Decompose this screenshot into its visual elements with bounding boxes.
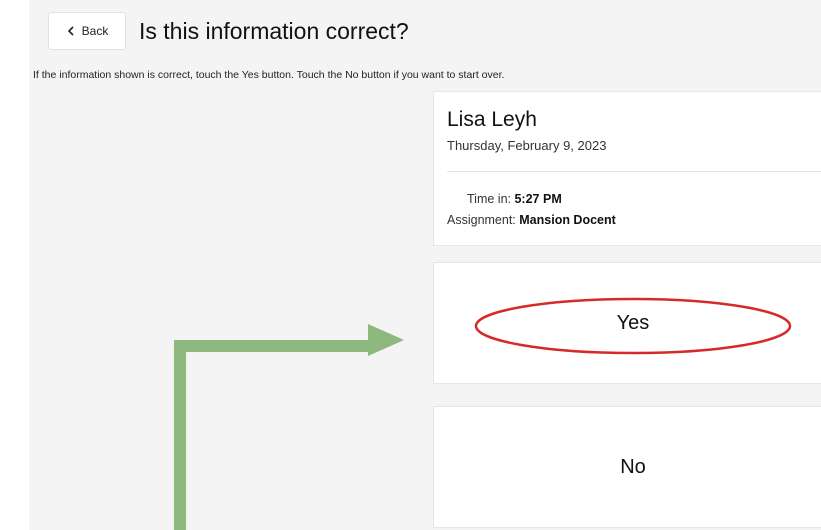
- divider: [447, 171, 821, 172]
- instructions-text: If the information shown is correct, tou…: [33, 69, 505, 81]
- back-button[interactable]: Back: [48, 12, 126, 50]
- app-window: Back Is this information correct? If the…: [29, 0, 821, 530]
- assignment-row: Assignment: Mansion Docent: [447, 213, 616, 227]
- info-card: Lisa Leyh Thursday, February 9, 2023 Tim…: [433, 91, 821, 246]
- no-button-label: No: [620, 455, 646, 478]
- time-in-label: Time in:: [467, 192, 511, 206]
- back-button-label: Back: [81, 24, 109, 38]
- time-in-value: 5:27 PM: [514, 192, 562, 206]
- chevron-left-icon: [67, 26, 74, 36]
- yes-button-label: Yes: [616, 311, 650, 334]
- yes-button[interactable]: Yes: [433, 262, 821, 384]
- page-title: Is this information correct?: [139, 18, 409, 44]
- person-name: Lisa Leyh: [447, 108, 537, 131]
- time-in-row: Time in: 5:27 PM: [467, 192, 562, 206]
- assignment-value: Mansion Docent: [519, 213, 616, 227]
- no-button[interactable]: No: [433, 406, 821, 528]
- person-date: Thursday, February 9, 2023: [447, 138, 607, 153]
- assignment-label: Assignment:: [447, 213, 516, 227]
